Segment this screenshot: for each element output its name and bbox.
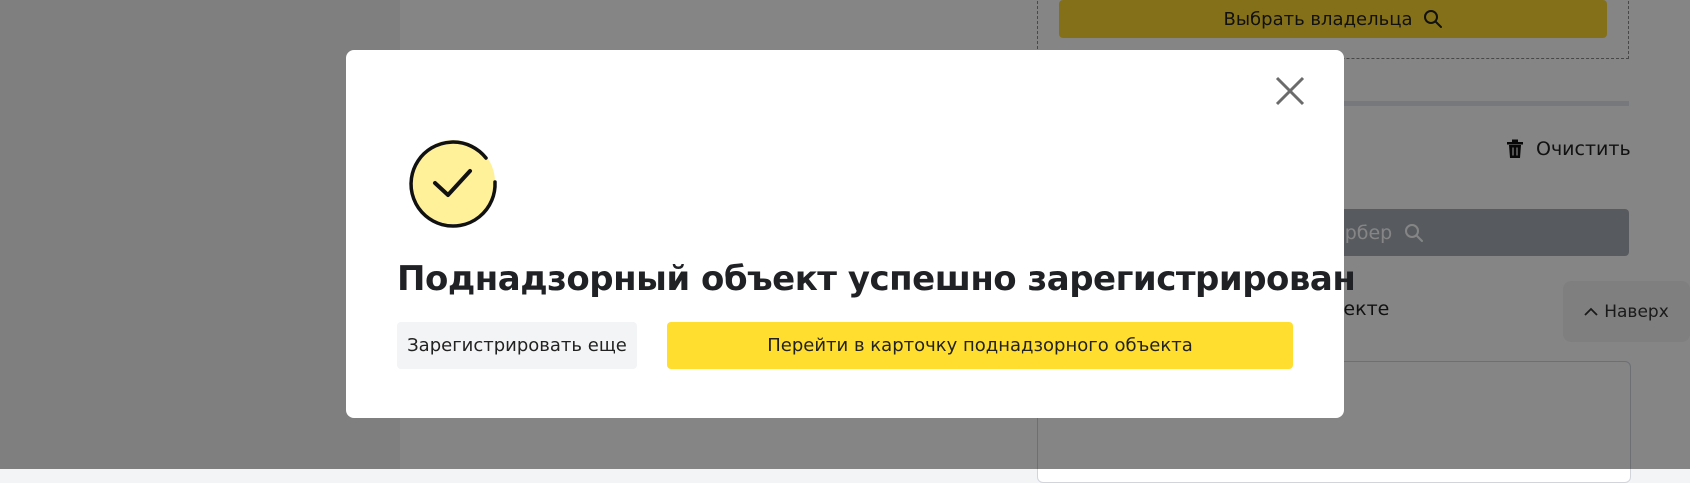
success-modal: Поднадзорный объект успешно зарегистриро… bbox=[346, 50, 1356, 418]
close-icon bbox=[1275, 76, 1305, 106]
register-again-button[interactable]: Зарегистрировать еще bbox=[397, 322, 637, 369]
success-check-icon bbox=[409, 140, 497, 228]
modal-title: Поднадзорный объект успешно зарегистриро… bbox=[397, 259, 1356, 299]
close-button[interactable] bbox=[1269, 70, 1311, 112]
go-to-object-card-button[interactable]: Перейти в карточку поднадзорного объекта bbox=[667, 322, 1293, 369]
